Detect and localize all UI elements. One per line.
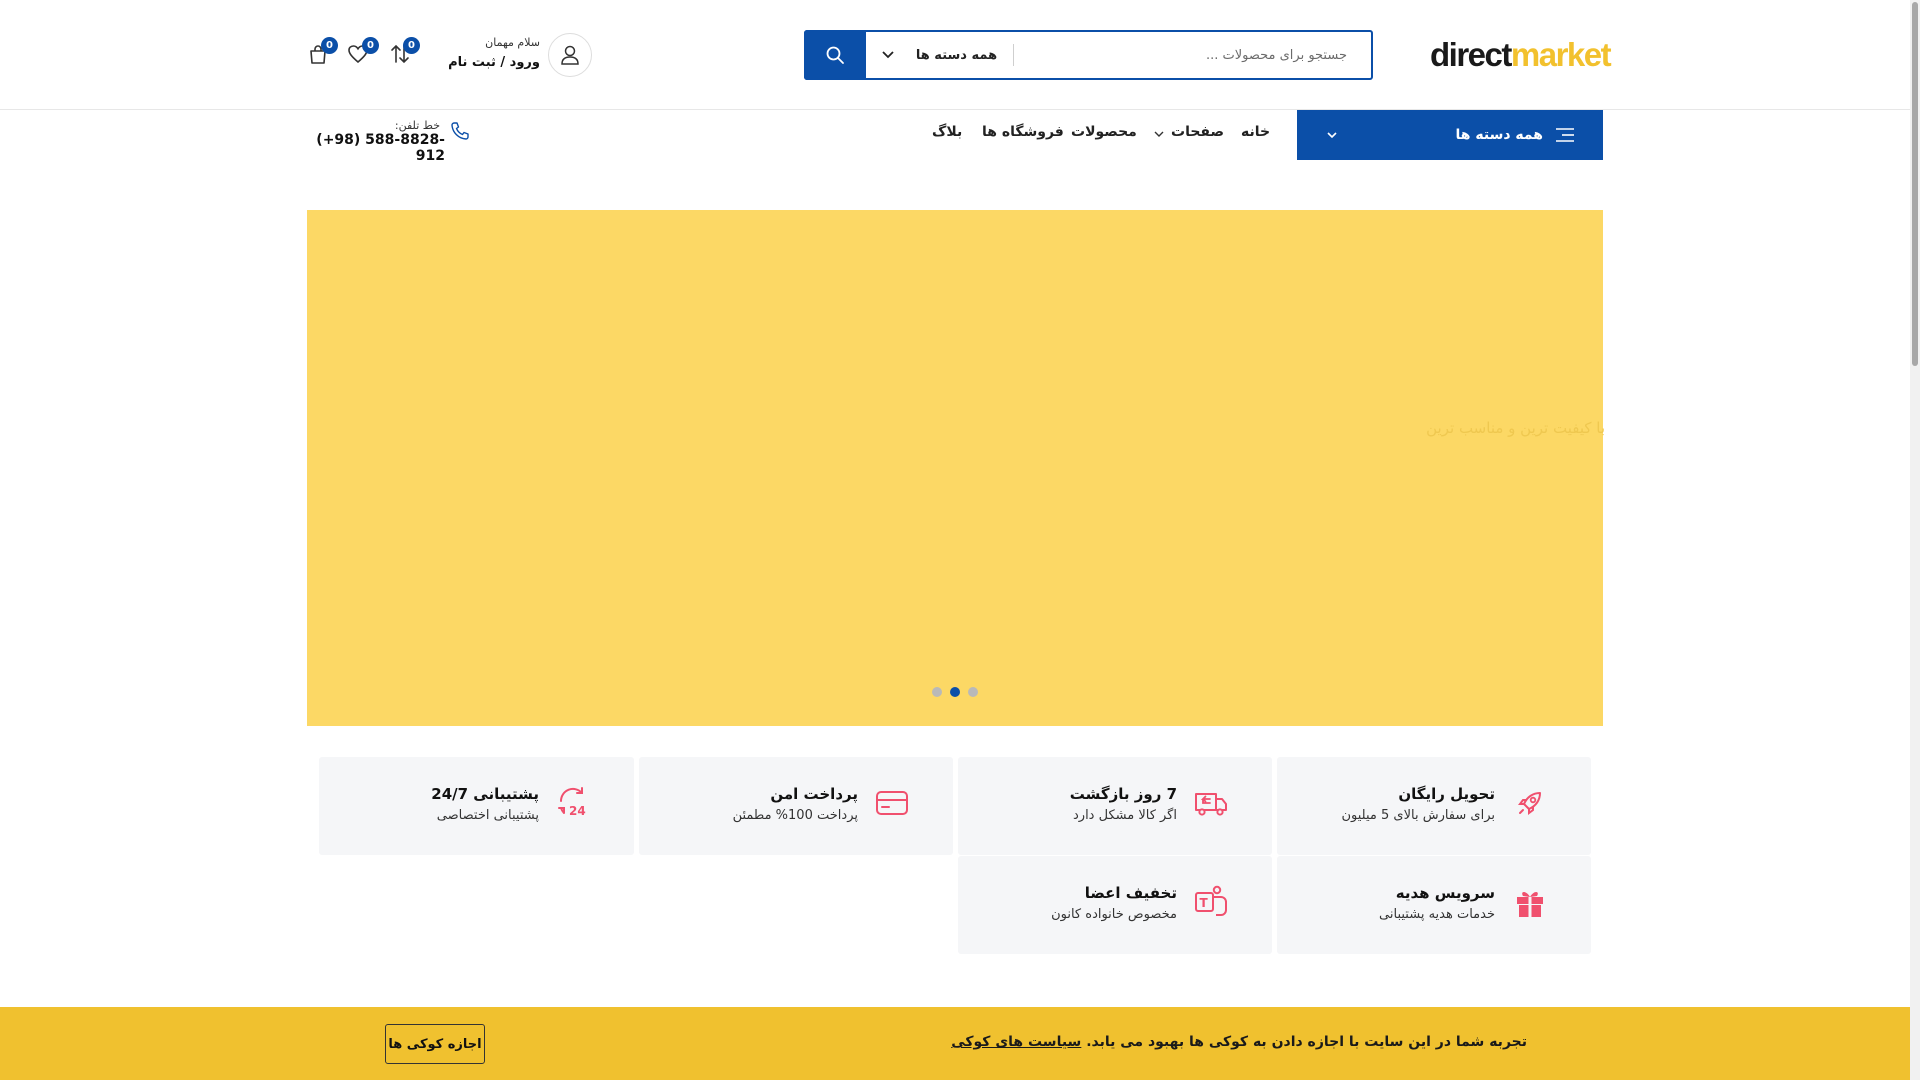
cookie-policy-link[interactable]: سیاست های کوکی xyxy=(951,1034,1081,1050)
feature-subtitle: پرداخت 100% مطمئن xyxy=(732,808,858,823)
page-scrollbar-thumb[interactable] xyxy=(1912,2,1918,366)
credit-card-icon xyxy=(874,785,910,821)
feature-title: سرویس هدیه xyxy=(1395,884,1495,902)
compare-count-badge: 0 xyxy=(403,37,420,54)
phone-label: خط تلفن: xyxy=(394,119,440,132)
logo-text-market: market xyxy=(1510,36,1612,73)
site-logo[interactable]: directmarket xyxy=(1430,36,1612,74)
allow-cookies-button[interactable]: اجازه کوکی ها xyxy=(385,1024,485,1064)
search-category-select[interactable]: همه دسته ها xyxy=(866,44,1014,66)
hero-slider[interactable] xyxy=(307,210,1603,726)
rocket-icon xyxy=(1512,785,1548,821)
truck-return-icon xyxy=(1193,785,1229,821)
svg-text:24: 24 xyxy=(569,804,586,818)
login-link[interactable]: ورود / ثبت نام xyxy=(420,55,540,70)
logo-text-direct: direct xyxy=(1430,36,1512,73)
support-24-icon: 24 xyxy=(555,785,591,821)
search-input[interactable] xyxy=(1014,32,1371,78)
nav-link-stores[interactable]: فروشگاه ها xyxy=(982,124,1064,140)
svg-text:T: T xyxy=(1200,896,1209,910)
wishlist-count-badge: 0 xyxy=(362,37,379,54)
chevron-down-icon xyxy=(1154,131,1164,137)
header-divider xyxy=(0,109,1910,110)
nav-link-home[interactable]: خانه xyxy=(1241,124,1270,140)
account-button[interactable] xyxy=(548,33,592,77)
feature-title: تحویل رایگان xyxy=(1398,785,1495,803)
feature-title: پرداخت امن xyxy=(770,785,858,803)
nav-link-pages[interactable]: صفحات xyxy=(1171,124,1224,140)
member-discount-icon: T xyxy=(1193,884,1229,920)
cookie-message-text: تجربه شما در این سایت با اجازه دادن به ک… xyxy=(1086,1034,1527,1050)
phone-icon xyxy=(451,122,469,140)
search-category-label: همه دسته ها xyxy=(915,47,998,63)
slider-dot-active[interactable] xyxy=(950,687,960,697)
cart-count-badge: 0 xyxy=(321,37,338,54)
greeting-text: سلام مهمان xyxy=(485,36,540,49)
search-icon xyxy=(826,46,844,64)
feature-subtitle: مخصوص خانواده کانون xyxy=(1051,907,1177,922)
feature-title: پشتیبانی 24/7 xyxy=(431,785,539,803)
chevron-down-icon xyxy=(1327,131,1337,138)
search-bar: همه دسته ها xyxy=(804,30,1373,80)
chevron-down-icon xyxy=(882,51,894,59)
phone-number[interactable]: (+98) 588-8828-912 xyxy=(305,132,445,164)
feature-subtitle: خدمات هدیه پشتیبانی xyxy=(1379,907,1495,922)
all-categories-button[interactable]: همه دسته ها xyxy=(1297,110,1603,160)
cookie-message: تجربه شما در این سایت با اجازه دادن به ک… xyxy=(951,1034,1527,1050)
nav-link-blog[interactable]: بلاگ xyxy=(932,124,962,140)
feature-subtitle: برای سفارش بالای 5 میلیون xyxy=(1341,808,1495,823)
hero-tagline: با کیفیت ترین و مناسب ترین xyxy=(1426,419,1605,437)
user-icon xyxy=(561,45,579,65)
menu-lines-icon xyxy=(1556,128,1574,142)
slider-dot[interactable] xyxy=(932,687,942,697)
gift-icon xyxy=(1512,884,1548,920)
feature-subtitle: پشتیبانی اختصاصی xyxy=(436,808,539,823)
feature-title: تخفیف اعضا xyxy=(1084,884,1177,902)
feature-title: 7 روز بازگشت xyxy=(1069,785,1177,803)
feature-subtitle: اگر کالا مشکل دارد xyxy=(1073,808,1177,823)
slider-dot[interactable] xyxy=(968,687,978,697)
nav-link-products[interactable]: محصولات xyxy=(1071,124,1137,140)
all-categories-label: همه دسته ها xyxy=(1455,127,1543,143)
search-button[interactable] xyxy=(804,30,866,80)
